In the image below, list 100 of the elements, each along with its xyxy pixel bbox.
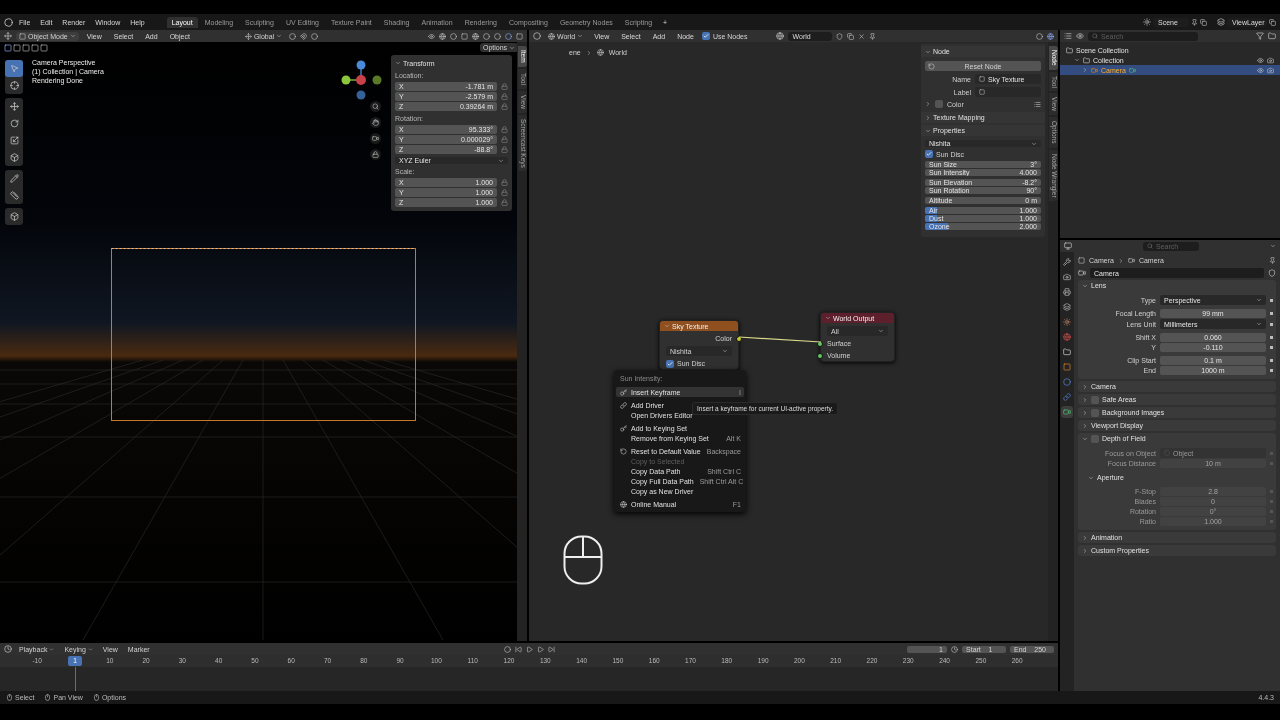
pin-icon[interactable] — [1191, 18, 1198, 26]
object-icon — [19, 32, 26, 40]
properties-tab[interactable] — [1061, 346, 1073, 358]
chevron-icon[interactable] — [1270, 243, 1276, 249]
tool-button[interactable] — [5, 60, 23, 77]
wrench-icon — [1063, 258, 1071, 266]
unlink-icon[interactable] — [857, 32, 865, 40]
panel-checkbox[interactable] — [1091, 395, 1099, 404]
reset-icon — [620, 447, 627, 455]
new-scene-icon[interactable] — [1200, 18, 1207, 26]
jump-start-icon[interactable] — [515, 645, 523, 653]
lock-icon[interactable] — [501, 199, 508, 206]
fake-user-icon[interactable] — [1268, 269, 1276, 277]
lock-icon — [372, 151, 379, 158]
node-icon[interactable] — [979, 89, 985, 95]
play-icon[interactable] — [537, 645, 545, 653]
measure-icon[interactable] — [9, 191, 19, 200]
fake-user-icon[interactable] — [835, 32, 843, 40]
chevron-icon — [585, 49, 592, 56]
chevron-icon — [509, 44, 516, 51]
jump-end-icon[interactable] — [548, 645, 556, 653]
properties-tab[interactable] — [1061, 391, 1073, 403]
axes-icon — [244, 32, 252, 40]
mouse-icon — [563, 535, 603, 585]
link-icon — [1063, 393, 1071, 401]
record-icon[interactable] — [504, 645, 512, 653]
panel-checkbox[interactable] — [1091, 434, 1099, 443]
chevron-icon — [69, 33, 76, 39]
lock-icon[interactable] — [501, 146, 508, 153]
move-icon[interactable] — [9, 102, 19, 111]
lock-button[interactable] — [370, 149, 381, 160]
properties-tab[interactable] — [1061, 406, 1073, 418]
lock-icon[interactable] — [501, 179, 508, 186]
cursor-icon[interactable] — [9, 81, 19, 90]
reset-icon[interactable] — [928, 62, 935, 70]
lock-icon[interactable] — [501, 126, 508, 133]
collection-icon — [1066, 46, 1073, 54]
color-checkbox[interactable] — [935, 100, 943, 108]
properties-tab[interactable] — [1061, 301, 1073, 313]
camera-icon — [372, 135, 379, 142]
panel-checkbox[interactable] — [1091, 408, 1099, 417]
pin-icon[interactable] — [868, 32, 876, 40]
camera-data-icon — [1128, 66, 1136, 74]
axis-gizmo[interactable] — [340, 60, 383, 100]
socket-icon[interactable] — [736, 335, 742, 342]
chevron-icon[interactable] — [925, 101, 931, 107]
chevron-icon — [1117, 257, 1124, 264]
visibility-icon[interactable] — [428, 32, 435, 40]
camera-view-button[interactable] — [370, 133, 381, 144]
checkmark-icon — [926, 151, 932, 157]
properties-tab[interactable] — [1061, 271, 1073, 283]
properties-tab[interactable] — [1061, 361, 1073, 373]
lock-icon[interactable] — [501, 136, 508, 143]
scale-icon[interactable] — [9, 136, 19, 145]
app-logo-icon[interactable] — [4, 17, 13, 27]
view-layer-icon[interactable] — [1217, 18, 1225, 26]
scene-icon — [1063, 318, 1071, 326]
chevron-icon — [49, 646, 55, 652]
globe-icon[interactable] — [775, 32, 784, 40]
duplicate-icon[interactable] — [846, 32, 854, 40]
lock-icon[interactable] — [501, 93, 508, 100]
properties-tab[interactable] — [1061, 256, 1073, 268]
new-view-layer-icon[interactable] — [1269, 18, 1276, 26]
select-icon[interactable] — [9, 64, 19, 73]
square-icon — [1063, 363, 1071, 371]
label-field[interactable] — [975, 87, 1041, 97]
preview-range-icon[interactable] — [951, 645, 958, 653]
scene-icon[interactable] — [1143, 18, 1151, 26]
zoom-button[interactable] — [370, 101, 381, 112]
mouse-icon — [6, 694, 13, 701]
chevron-icon[interactable] — [825, 315, 831, 321]
new-collection-icon[interactable] — [1268, 32, 1276, 40]
node-icon[interactable] — [979, 76, 985, 82]
render-icon — [1267, 56, 1274, 64]
chevron-icon[interactable] — [925, 48, 931, 55]
annotate-icon[interactable] — [9, 174, 19, 183]
add-cube-icon[interactable] — [9, 212, 19, 221]
display-mode-icon[interactable] — [1076, 32, 1084, 40]
search-icon — [1147, 243, 1153, 249]
lock-icon[interactable] — [501, 83, 508, 90]
camera-icon — [1063, 273, 1071, 281]
lock-icon[interactable] — [501, 189, 508, 196]
pin-icon[interactable] — [1269, 257, 1276, 264]
driver-icon — [620, 401, 627, 409]
properties-tab[interactable] — [1061, 316, 1073, 328]
pan-button[interactable] — [370, 117, 381, 128]
lock-icon[interactable] — [501, 103, 508, 110]
properties-tab[interactable] — [1061, 331, 1073, 343]
camera-data-icon[interactable] — [1078, 269, 1086, 277]
search-icon — [372, 103, 379, 110]
collection-icon — [1083, 56, 1090, 64]
filter-icon[interactable] — [1256, 32, 1264, 40]
list-icon[interactable] — [1034, 100, 1041, 108]
properties-tab[interactable] — [1061, 376, 1073, 388]
eye-icon — [1257, 56, 1264, 64]
playhead-line — [75, 667, 76, 691]
rotate-icon[interactable] — [9, 119, 19, 128]
chevron-icon[interactable] — [395, 60, 401, 66]
chevron-icon — [276, 33, 283, 39]
properties-tab[interactable] — [1061, 286, 1073, 298]
